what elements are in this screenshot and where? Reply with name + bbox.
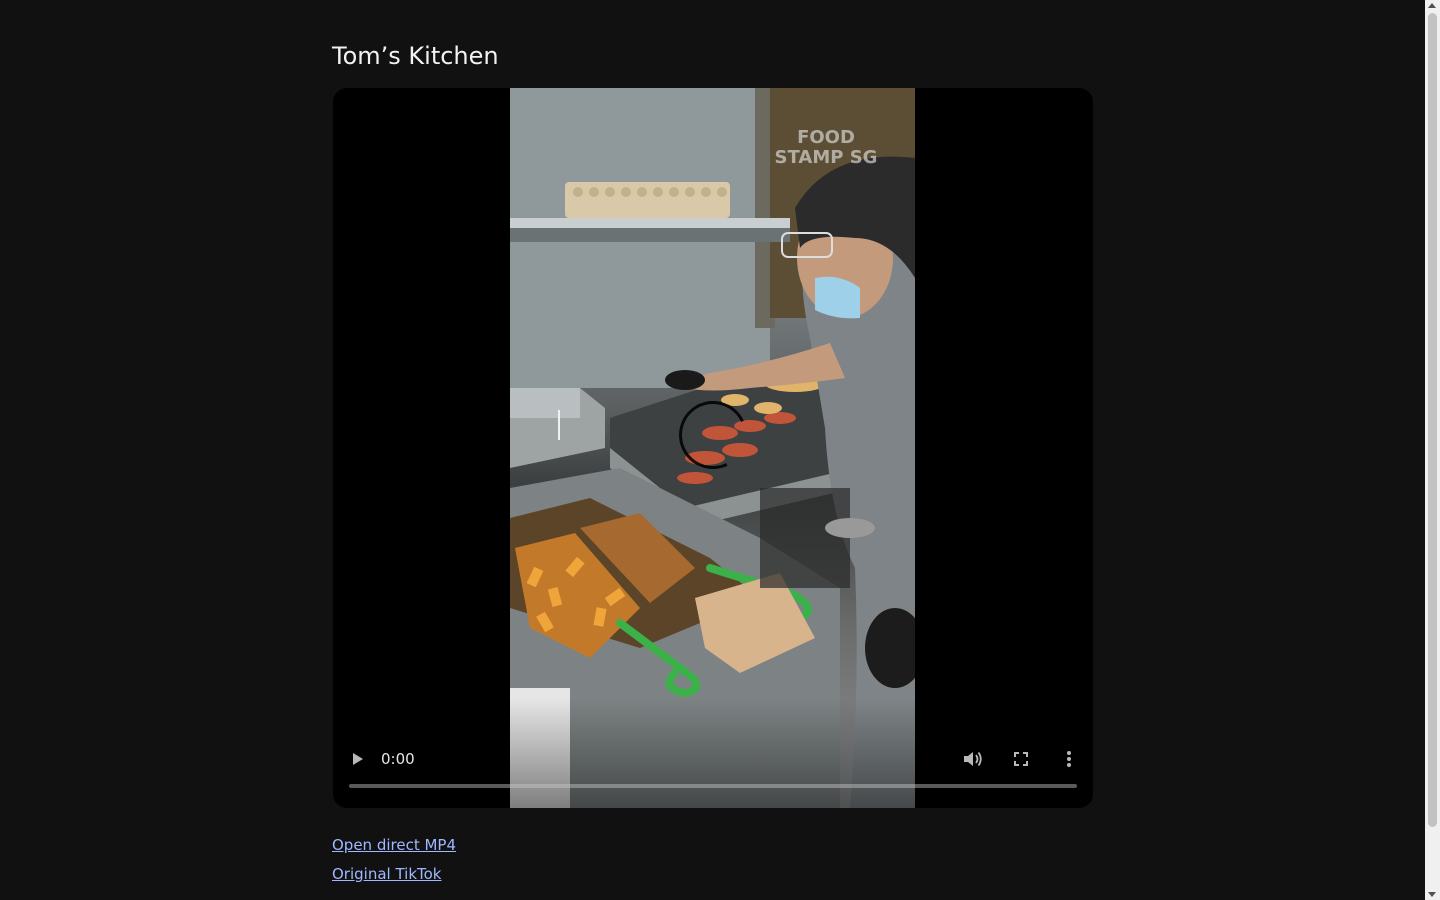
page-title: Tom’s Kitchen — [332, 42, 499, 70]
progress-bar[interactable] — [349, 784, 1077, 788]
fullscreen-icon — [1014, 752, 1028, 766]
text-cursor-icon — [558, 410, 560, 440]
play-icon — [353, 753, 363, 765]
play-button[interactable] — [347, 749, 367, 769]
scroll-down-icon[interactable] — [1428, 892, 1436, 897]
watermark-line-2: STAMP SG — [774, 147, 878, 168]
scroll-up-icon[interactable] — [1428, 3, 1436, 8]
fullscreen-button[interactable] — [1009, 749, 1033, 769]
link-list: Open direct MP4 Original TikTok — [332, 835, 456, 893]
original-tiktok-link[interactable]: Original TikTok — [332, 864, 456, 884]
volume-icon — [964, 751, 982, 767]
current-time: 0:00 — [381, 750, 415, 768]
more-options-button[interactable] — [1057, 749, 1081, 769]
video-watermark: FOOD STAMP SG — [766, 128, 886, 168]
scrollbar-thumb[interactable] — [1428, 13, 1437, 827]
video-player[interactable]: FOOD STAMP SG 0:00 — [333, 88, 1093, 808]
volume-button[interactable] — [961, 749, 985, 769]
watermark-line-1: FOOD — [797, 127, 855, 148]
open-mp4-link[interactable]: Open direct MP4 — [332, 835, 456, 855]
vertical-scrollbar[interactable] — [1425, 0, 1440, 900]
more-options-icon — [1067, 751, 1071, 767]
